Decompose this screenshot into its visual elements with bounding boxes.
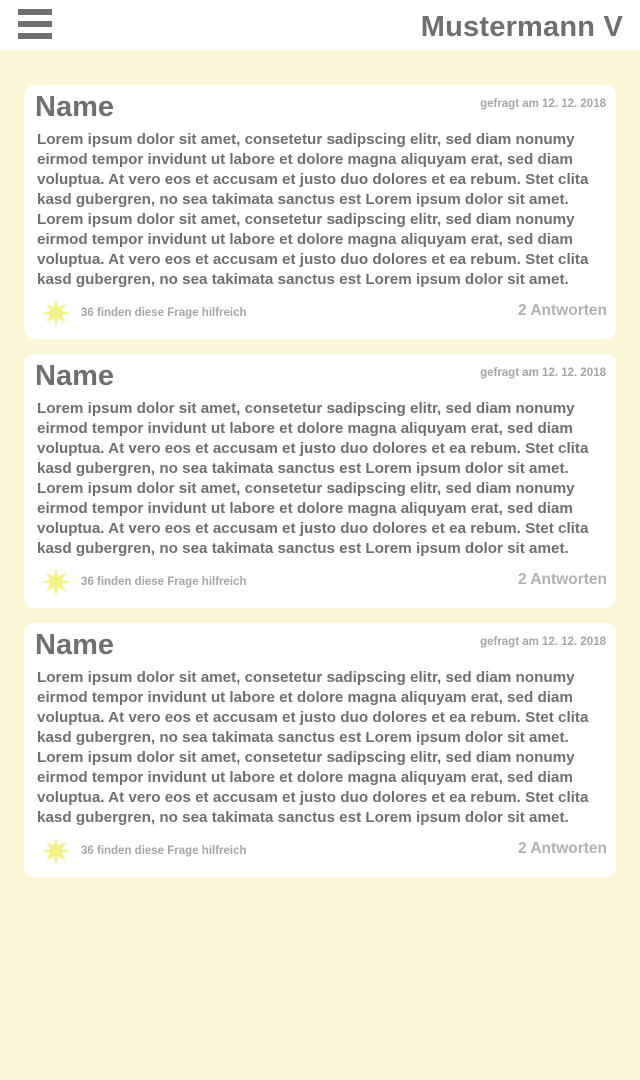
question-date: gefragt am 12. 12. 2018	[480, 636, 606, 648]
question-feed: Name gefragt am 12. 12. 2018 Lorem ipsum…	[0, 50, 640, 877]
question-text: Lorem ipsum dolor sit amet, consetetur s…	[37, 131, 589, 288]
answers-link[interactable]: 2 Antworten	[518, 571, 607, 589]
menu-bar	[18, 9, 52, 15]
question-text: Lorem ipsum dolor sit amet, consetetur s…	[37, 400, 589, 557]
hamburger-menu-icon[interactable]	[18, 9, 52, 41]
question-card[interactable]: Name gefragt am 12. 12. 2018 Lorem ipsum…	[24, 354, 616, 608]
helpful-row: 36 finden diese Frage hilfreich	[42, 299, 247, 327]
answers-link[interactable]: 2 Antworten	[518, 840, 607, 858]
question-date: gefragt am 12. 12. 2018	[480, 98, 606, 110]
helpful-count: 36 finden diese Frage hilfreich	[81, 307, 247, 319]
star-icon[interactable]	[42, 299, 70, 327]
helpful-row: 36 finden diese Frage hilfreich	[42, 568, 247, 596]
star-icon[interactable]	[42, 568, 70, 596]
menu-bar	[18, 33, 52, 39]
question-card[interactable]: Name gefragt am 12. 12. 2018 Lorem ipsum…	[24, 623, 616, 877]
question-text: Lorem ipsum dolor sit amet, consetetur s…	[37, 669, 589, 826]
star-icon[interactable]	[42, 837, 70, 865]
answers-link[interactable]: 2 Antworten	[518, 302, 607, 320]
question-author-name: Name	[35, 360, 114, 392]
question-author-name: Name	[35, 91, 114, 123]
question-card[interactable]: Name gefragt am 12. 12. 2018 Lorem ipsum…	[24, 85, 616, 339]
user-name[interactable]: Mustermann V	[421, 10, 623, 44]
helpful-row: 36 finden diese Frage hilfreich	[42, 837, 247, 865]
app-header: Mustermann V	[0, 0, 640, 50]
menu-bar	[18, 21, 52, 27]
helpful-count: 36 finden diese Frage hilfreich	[81, 576, 247, 588]
question-author-name: Name	[35, 629, 114, 661]
helpful-count: 36 finden diese Frage hilfreich	[81, 845, 247, 857]
question-date: gefragt am 12. 12. 2018	[480, 367, 606, 379]
